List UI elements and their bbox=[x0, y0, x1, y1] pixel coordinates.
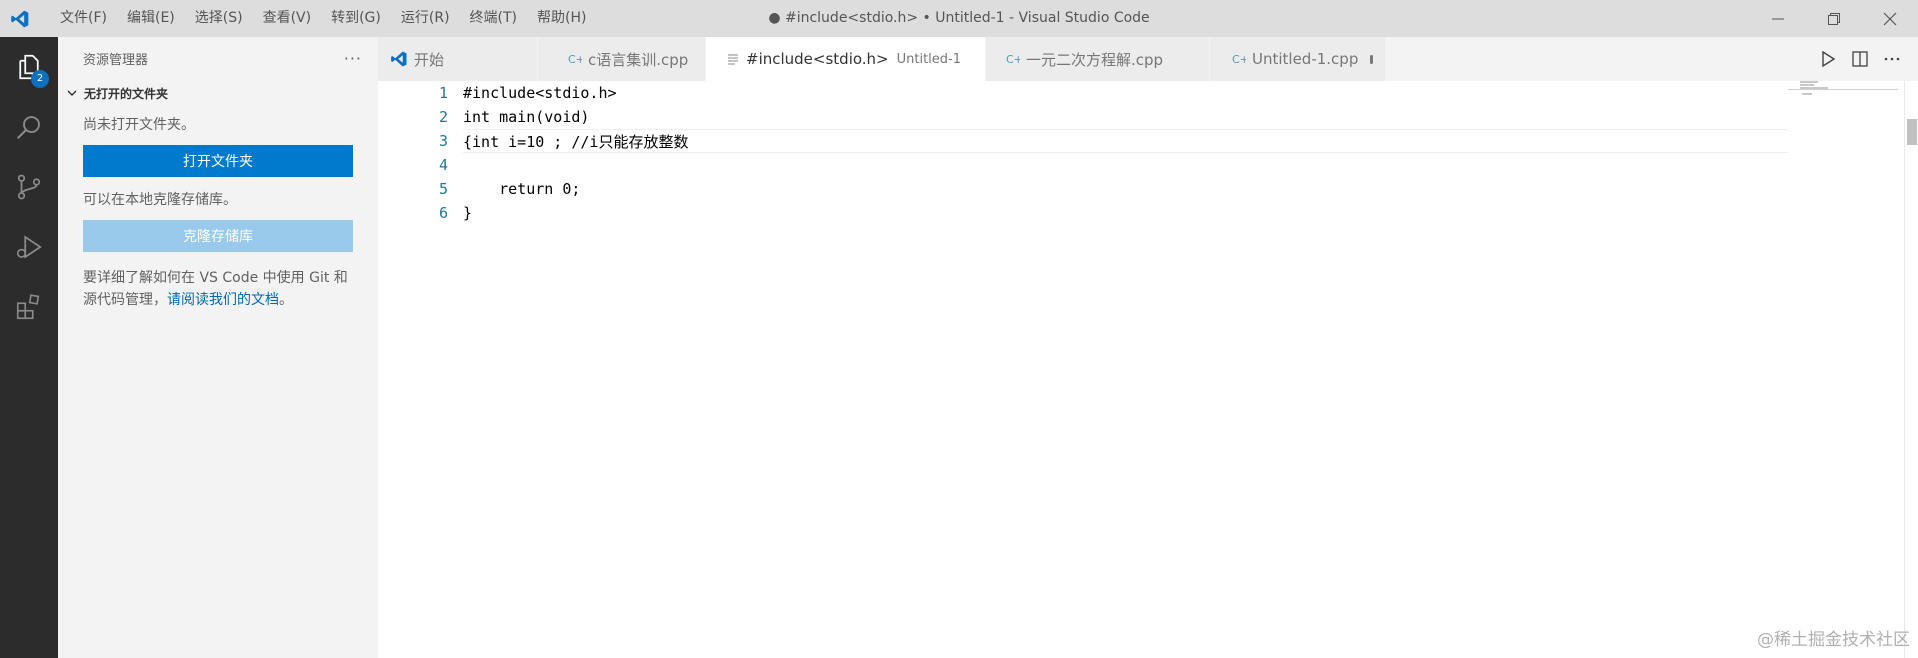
activity-explorer[interactable]: 2 bbox=[0, 37, 58, 97]
menu-selection[interactable]: 选择(S) bbox=[185, 0, 253, 37]
code-line-current: {int i=10 ; //i只能存放整数 bbox=[463, 129, 1788, 153]
search-icon bbox=[16, 116, 40, 140]
menu-file[interactable]: 文件(F) bbox=[50, 0, 117, 37]
activity-source-control[interactable] bbox=[0, 157, 58, 217]
line-number: 1 bbox=[438, 84, 448, 102]
svg-text:C+: C+ bbox=[1232, 53, 1246, 66]
line-number: 6 bbox=[438, 204, 448, 222]
docs-link[interactable]: 请阅读我们的文档 bbox=[167, 292, 279, 308]
split-editor-button[interactable] bbox=[1844, 43, 1876, 75]
menu-help[interactable]: 帮助(H) bbox=[527, 0, 596, 37]
menu-edit[interactable]: 编辑(E) bbox=[117, 0, 185, 37]
activity-extensions[interactable] bbox=[0, 277, 58, 337]
no-folder-text: 尚未打开文件夹。 bbox=[83, 117, 195, 133]
minimap-line bbox=[1800, 84, 1814, 86]
vscode-logo-icon[interactable] bbox=[0, 0, 40, 37]
explorer-sidebar: 资源管理器 ··· 无打开的文件夹 尚未打开文件夹。 打开文件夹 可以在本地克隆… bbox=[58, 37, 378, 658]
play-icon bbox=[1822, 50, 1836, 68]
help-paragraph: 要详细了解如何在 VS Code 中使用 Git 和源代码管理，请阅读我们的文档… bbox=[83, 267, 353, 311]
more-actions-button[interactable] bbox=[1876, 43, 1908, 75]
open-folder-button[interactable]: 打开文件夹 bbox=[83, 145, 353, 177]
menu-bar: 文件(F) 编辑(E) 选择(S) 查看(V) 转到(G) 运行(R) 终端(T… bbox=[50, 0, 596, 37]
activity-search[interactable] bbox=[0, 97, 58, 157]
more-actions-icon[interactable]: ··· bbox=[344, 49, 362, 68]
section-title: 无打开的文件夹 bbox=[84, 86, 169, 101]
no-folder-section-header[interactable]: 无打开的文件夹 bbox=[58, 80, 378, 106]
line-number: 5 bbox=[438, 180, 448, 198]
menu-run[interactable]: 运行(R) bbox=[391, 0, 460, 37]
clone-repository-button[interactable]: 克隆存储库 bbox=[83, 220, 353, 252]
code-line: return 0; bbox=[463, 180, 581, 198]
tab-label: 一元二次方程解.cpp bbox=[1026, 50, 1164, 69]
cpp-file-icon: C+ bbox=[1232, 52, 1246, 66]
clone-text: 可以在本地克隆存储库。 bbox=[83, 192, 237, 208]
scroll-thumb[interactable] bbox=[1907, 119, 1917, 145]
vertical-scrollbar[interactable] bbox=[1904, 81, 1918, 658]
tab-label: c语言集训.cpp bbox=[588, 50, 689, 69]
help-end: 。 bbox=[279, 292, 293, 308]
minimap-line bbox=[1800, 81, 1818, 83]
cpp-file-icon: C+ bbox=[568, 52, 582, 66]
title-bar: 文件(F) 编辑(E) 选择(S) 查看(V) 转到(G) 运行(R) 终端(T… bbox=[0, 0, 1918, 37]
code-editor[interactable]: 1 2 3 4 5 6 #include<stdio.h> int main(v… bbox=[378, 81, 1918, 658]
line-number: 4 bbox=[438, 156, 448, 174]
code-line: } bbox=[463, 204, 473, 222]
minimize-icon bbox=[1772, 18, 1784, 19]
code-area[interactable]: #include<stdio.h> int main(void) {int i=… bbox=[463, 81, 1788, 225]
svg-text:C+: C+ bbox=[568, 53, 582, 66]
activity-run-debug[interactable] bbox=[0, 217, 58, 277]
ellipsis-icon bbox=[1884, 57, 1900, 61]
split-editor-icon bbox=[1852, 51, 1868, 67]
minimap-viewport bbox=[1788, 89, 1898, 90]
tab-description: Untitled-1 bbox=[896, 51, 962, 67]
run-debug-icon bbox=[16, 235, 42, 259]
text-file-icon bbox=[726, 52, 740, 66]
menu-go[interactable]: 转到(G) bbox=[321, 0, 391, 37]
tab-label: #include<stdio.h> bbox=[746, 50, 889, 68]
restore-button[interactable] bbox=[1806, 0, 1862, 37]
activity-bar: 2 bbox=[0, 37, 58, 658]
window-controls bbox=[1750, 0, 1918, 37]
tab-untitled-1[interactable]: #include<stdio.h> Untitled-1 bbox=[706, 37, 986, 81]
restore-icon bbox=[1828, 12, 1840, 25]
menu-view[interactable]: 查看(V) bbox=[253, 0, 322, 37]
sidebar-title: 资源管理器 bbox=[83, 53, 149, 68]
line-number-gutter: 1 2 3 4 5 6 bbox=[378, 81, 448, 225]
chevron-down-icon bbox=[67, 90, 77, 96]
sidebar-header: 资源管理器 ··· bbox=[58, 37, 378, 80]
close-icon bbox=[1883, 12, 1897, 25]
tab-label: 开始 bbox=[414, 50, 445, 69]
line-number: 2 bbox=[438, 108, 448, 126]
extensions-icon bbox=[16, 294, 40, 320]
minimap-line bbox=[1802, 93, 1812, 95]
editor-tab-bar: 开始 C+ c语言集训.cpp #include<stdio.h> Untitl… bbox=[378, 37, 1918, 81]
vscode-logo-icon bbox=[390, 50, 408, 68]
tab-label: Untitled-1.cpp bbox=[1252, 50, 1359, 68]
menu-terminal[interactable]: 终端(T) bbox=[460, 0, 527, 37]
tab-welcome[interactable]: 开始 bbox=[378, 37, 538, 81]
code-line: int main(void) bbox=[463, 108, 590, 126]
editor-actions bbox=[1812, 37, 1908, 81]
minimize-button[interactable] bbox=[1750, 0, 1806, 37]
close-button[interactable] bbox=[1862, 0, 1918, 37]
sidebar-body: 尚未打开文件夹。 打开文件夹 可以在本地克隆存储库。 克隆存储库 要详细了解如何… bbox=[58, 114, 378, 311]
line-number: 3 bbox=[438, 132, 448, 150]
tab-quadratic[interactable]: C+ 一元二次方程解.cpp bbox=[986, 37, 1210, 81]
source-control-icon bbox=[17, 174, 41, 200]
tab-untitled-1-cpp[interactable]: C+ Untitled-1.cpp bbox=[1210, 37, 1386, 81]
unsaved-dot-icon[interactable] bbox=[1370, 54, 1373, 64]
watermark: @稀土掘金技术社区 bbox=[1757, 630, 1910, 650]
run-button[interactable] bbox=[1812, 43, 1844, 75]
code-line: #include<stdio.h> bbox=[463, 84, 617, 102]
tab-c-training[interactable]: C+ c语言集训.cpp bbox=[538, 37, 706, 81]
minimap[interactable] bbox=[1788, 81, 1898, 658]
explorer-badge: 2 bbox=[31, 70, 49, 88]
cpp-file-icon: C+ bbox=[1006, 52, 1020, 66]
svg-text:C+: C+ bbox=[1006, 53, 1020, 66]
